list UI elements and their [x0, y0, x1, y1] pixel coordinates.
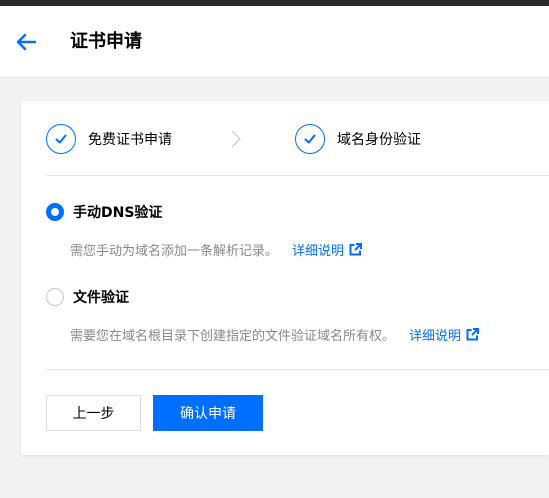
option-description: 需要您在域名根目录下创建指定的文件验证域名所有权。 详细说明: [70, 325, 480, 344]
step-complete-indicator: [295, 124, 325, 154]
step-domain-verification: 域名身份验证: [295, 123, 421, 155]
option-label: 文件验证: [73, 290, 129, 306]
step-complete-indicator: [46, 124, 76, 154]
radio-button-checked[interactable]: [46, 203, 64, 221]
page-title: 证书申请: [70, 31, 142, 52]
back-arrow-icon[interactable]: [15, 33, 37, 51]
option-label: 手动DNS验证: [73, 205, 163, 221]
description-text: 需要您在域名根目录下创建指定的文件验证域名所有权。: [70, 329, 396, 344]
divider: [46, 175, 549, 176]
check-icon: [304, 134, 316, 144]
step-free-cert-apply: 免费证书申请: [46, 123, 172, 155]
option-dns-verification[interactable]: 手动DNS验证: [46, 202, 162, 222]
details-link[interactable]: 详细说明: [292, 240, 363, 259]
confirm-apply-button[interactable]: 确认申请: [153, 395, 263, 431]
main-card: 免费证书申请 域名身份验证 手动DNS验证 需您手动为域名添加一条解析记录。 详…: [21, 101, 549, 455]
option-description: 需您手动为域名添加一条解析记录。 详细说明: [70, 240, 363, 259]
option-file-verification[interactable]: 文件验证: [46, 287, 129, 307]
previous-step-button[interactable]: 上一步: [46, 395, 141, 431]
external-link-icon[interactable]: [466, 328, 480, 341]
details-link[interactable]: 详细说明: [409, 325, 480, 344]
description-text: 需您手动为域名添加一条解析记录。: [70, 244, 279, 259]
check-icon: [55, 134, 67, 144]
external-link-icon[interactable]: [349, 243, 363, 256]
divider: [46, 369, 549, 370]
step-label: 免费证书申请: [88, 132, 172, 148]
page-header: 证书申请: [0, 6, 549, 78]
radio-button-unchecked[interactable]: [46, 288, 64, 306]
step-label: 域名身份验证: [337, 132, 421, 148]
chevron-right-icon: [231, 130, 242, 148]
